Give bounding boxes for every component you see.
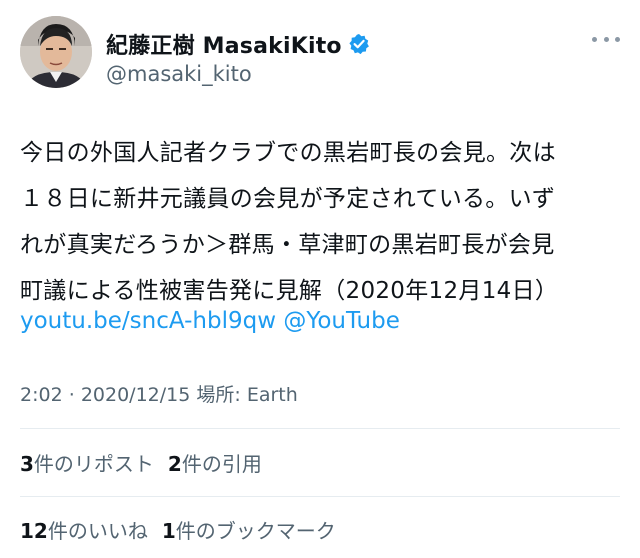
bookmarks-count: 1 (161, 519, 176, 543)
youtube-mention-link[interactable]: @YouTube (283, 308, 400, 334)
tweet-text-line: 今日の外国人記者クラブでの黒岩町長の会見。次は (20, 140, 556, 166)
tweet-link-line: youtu.be/sncA-hbl9qw @YouTube (20, 298, 400, 344)
display-name[interactable]: 紀藤正樹 MasakiKito (106, 28, 342, 60)
stats-row-likes: 12件のいいね 1件のブックマーク (20, 515, 350, 544)
tweet-meta: 2:02 · 2020/12/15 場所: Earth (20, 380, 298, 407)
likes-stat[interactable]: 12件のいいね (20, 515, 148, 544)
tweet-date[interactable]: 2020/12/15 (81, 384, 191, 406)
divider (20, 496, 620, 497)
youtube-link[interactable]: youtu.be/sncA-hbl9qw (20, 308, 276, 334)
tweet-header: 紀藤正樹 MasakiKito @masaki_kito (20, 16, 620, 96)
divider (20, 428, 620, 429)
more-options-icon[interactable] (592, 34, 620, 44)
retweets-count: 3 (20, 452, 34, 476)
name-row: 紀藤正樹 MasakiKito (106, 28, 370, 60)
location-value[interactable]: Earth (247, 384, 298, 406)
quotes-stat[interactable]: 2件の引用 (168, 448, 262, 477)
tweet-text-line: れが真実だろうか＞群馬・草津町の黒岩町長が会見 (20, 232, 555, 258)
likes-count: 12 (20, 519, 48, 543)
retweets-label: 件のリポスト (33, 452, 154, 476)
tweet-time[interactable]: 2:02 (20, 384, 63, 406)
retweets-stat[interactable]: 3件のリポスト (20, 448, 154, 477)
tweet-text: 今日の外国人記者クラブでの黒岩町長の会見。次は １８日に新井元議員の会見が予定さ… (20, 130, 624, 314)
tweet-text-line: １８日に新井元議員の会見が予定されている。いず (20, 186, 556, 212)
quotes-label: 件の引用 (181, 452, 262, 476)
location-label: 場所: (196, 384, 241, 406)
quotes-count: 2 (167, 452, 182, 476)
user-handle[interactable]: @masaki_kito (106, 62, 252, 86)
bookmarks-stat[interactable]: 1件のブックマーク (162, 515, 336, 544)
likes-label: 件のいいね (47, 519, 148, 543)
avatar[interactable] (20, 16, 92, 88)
verified-badge-icon (348, 33, 370, 55)
bookmarks-label: 件のブックマーク (175, 519, 336, 543)
stats-row-reposts: 3件のリポスト 2件の引用 (20, 448, 276, 477)
meta-separator: · (68, 384, 75, 406)
